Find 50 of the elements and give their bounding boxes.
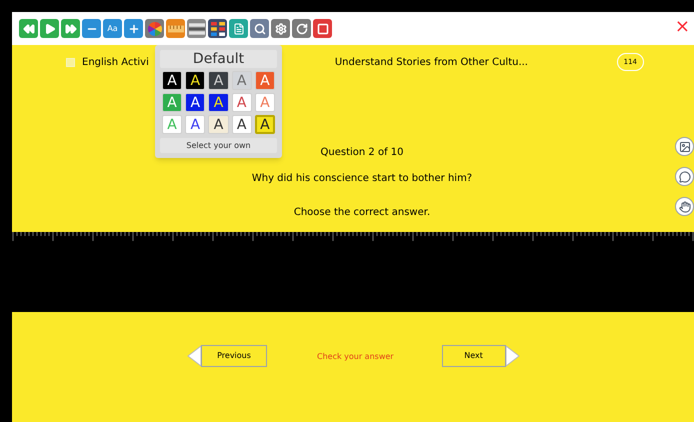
left-arrow-icon xyxy=(187,345,201,367)
activity-title: Understand Stories from Other Cultu... xyxy=(334,56,528,70)
plus-icon xyxy=(128,22,140,34)
search-icon xyxy=(254,22,266,34)
toolbar-button[interactable] xyxy=(292,19,311,38)
toolbar-button[interactable] xyxy=(208,19,227,38)
color-swatch[interactable]: A xyxy=(208,71,229,90)
color-swatch[interactable]: A xyxy=(232,93,252,112)
select-own-button[interactable]: Select your own xyxy=(160,138,277,153)
color-swatch[interactable]: A xyxy=(185,93,206,112)
right-arrow-icon xyxy=(506,345,520,367)
color-swatch[interactable]: A xyxy=(185,71,206,90)
picture-icon xyxy=(678,140,690,152)
play-icon xyxy=(44,22,56,34)
color-swatch[interactable]: A xyxy=(162,71,182,90)
side-tool-button[interactable] xyxy=(675,137,694,156)
hand-icon xyxy=(678,200,690,212)
notes-icon xyxy=(232,22,244,34)
toolbar-button[interactable] xyxy=(145,19,164,38)
question-counter: Question 2 of 10 xyxy=(320,146,404,160)
toolbar-button[interactable] xyxy=(271,19,290,38)
color-swatch[interactable]: A xyxy=(254,71,275,90)
color-swatch[interactable]: A xyxy=(208,115,229,134)
color-swatch[interactable]: A xyxy=(208,93,229,112)
popup-title: Default xyxy=(160,50,277,68)
settings-icon xyxy=(274,22,286,34)
checkbox[interactable] xyxy=(66,58,75,66)
stop-icon xyxy=(316,22,328,34)
side-tool-button[interactable] xyxy=(675,197,694,216)
color-swatch[interactable]: A xyxy=(232,71,252,90)
question-text: Why did his conscience start to bother him? xyxy=(252,172,472,186)
speech-icon xyxy=(678,170,690,182)
reload-icon xyxy=(296,22,308,34)
toolbar-button[interactable] xyxy=(250,19,269,38)
side-tool-button[interactable] xyxy=(675,167,694,186)
rewind-icon xyxy=(22,22,34,34)
color-swatch[interactable]: A xyxy=(232,115,252,134)
activity-title: English Activi xyxy=(82,56,149,70)
toolbar-button[interactable] xyxy=(187,19,206,38)
instruction-text: Choose the correct answer. xyxy=(294,206,430,220)
toolbar-button[interactable]: Aa xyxy=(103,19,122,38)
grid-icon xyxy=(210,22,224,36)
ruler-icon xyxy=(168,24,184,32)
color-wheel-icon xyxy=(148,22,162,36)
fast-forward-icon xyxy=(64,22,76,34)
color-swatch[interactable]: A xyxy=(254,115,275,134)
toolbar-button[interactable] xyxy=(313,19,332,38)
mask-icon xyxy=(188,22,204,34)
color-swatch[interactable]: A xyxy=(185,115,206,134)
close-button[interactable]: × xyxy=(674,18,690,36)
